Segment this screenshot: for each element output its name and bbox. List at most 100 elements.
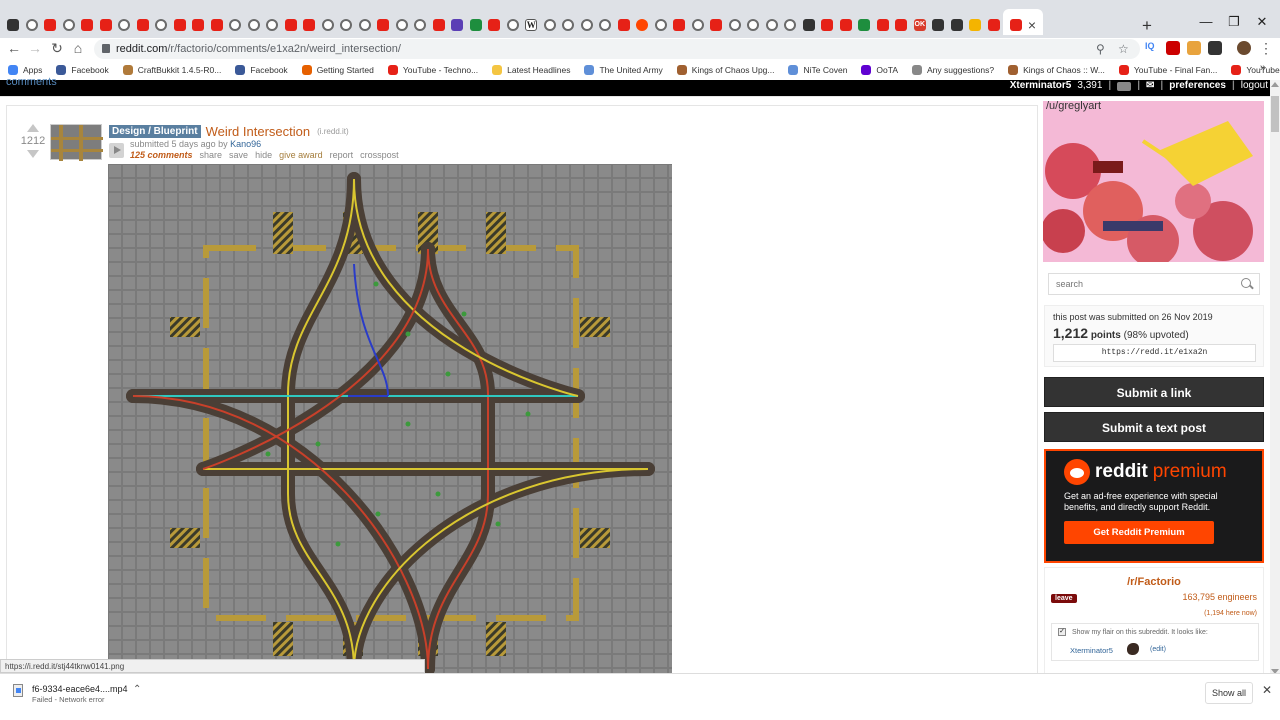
- shortlink-field[interactable]: https://redd.it/e1xa2n: [1053, 344, 1256, 362]
- browser-tab[interactable]: [97, 15, 116, 35]
- browser-tab[interactable]: [652, 15, 671, 35]
- home-icon[interactable]: ⌂: [70, 40, 86, 56]
- expando-play-icon[interactable]: [109, 143, 124, 158]
- browser-tab[interactable]: [411, 15, 430, 35]
- bookmark-item[interactable]: Kings of Chaos :: W...: [1008, 65, 1105, 75]
- post-thumbnail[interactable]: [50, 124, 103, 161]
- browser-tab[interactable]: [929, 15, 948, 35]
- browser-tab[interactable]: [263, 15, 282, 35]
- browser-tab[interactable]: [818, 15, 837, 35]
- browser-tab[interactable]: [689, 15, 708, 35]
- tab-close-icon[interactable]: ×: [1028, 17, 1036, 33]
- bookmark-item[interactable]: Any suggestions?: [912, 65, 994, 75]
- browser-tab[interactable]: [485, 15, 504, 35]
- browser-tab[interactable]: [985, 15, 1004, 35]
- browser-tab[interactable]: [448, 15, 467, 35]
- bookmark-item[interactable]: CraftBukkit 1.4.5-R0...: [122, 65, 221, 75]
- bookmark-item[interactable]: YouTube - BassHun...: [1231, 65, 1280, 75]
- browser-tab[interactable]: [300, 15, 319, 35]
- browser-tab[interactable]: [393, 15, 412, 35]
- browser-tab[interactable]: [948, 15, 967, 35]
- leave-button[interactable]: leave: [1051, 594, 1077, 603]
- browser-tab[interactable]: [23, 15, 42, 35]
- browser-tab[interactable]: [4, 15, 23, 35]
- browser-tab[interactable]: [855, 15, 874, 35]
- close-icon[interactable]: ✕: [1262, 683, 1272, 697]
- browser-tab[interactable]: [966, 15, 985, 35]
- give-award-button[interactable]: give award: [279, 150, 323, 160]
- browser-tab[interactable]: [171, 15, 190, 35]
- download-extension-icon[interactable]: [1187, 41, 1201, 55]
- iq-extension-icon[interactable]: IQ: [1145, 41, 1159, 55]
- browser-tab[interactable]: [319, 15, 338, 35]
- browser-tab[interactable]: [892, 15, 911, 35]
- crosspost-button[interactable]: crosspost: [360, 150, 399, 160]
- search-icon[interactable]: [1241, 278, 1251, 288]
- browser-tab[interactable]: [633, 15, 652, 35]
- active-tab[interactable]: ×: [1003, 9, 1043, 35]
- browser-tab[interactable]: [763, 15, 782, 35]
- browser-tab[interactable]: [115, 15, 134, 35]
- submit-link-button[interactable]: Submit a link: [1044, 377, 1264, 407]
- bookmark-item[interactable]: Getting Started: [301, 65, 374, 75]
- post-domain[interactable]: (i.redd.it): [317, 127, 349, 136]
- adblock-extension-icon[interactable]: [1166, 41, 1180, 55]
- chat-icon[interactable]: ✉: [1146, 80, 1154, 91]
- browser-tab[interactable]: [874, 15, 893, 35]
- page-scrollbar[interactable]: [1270, 80, 1280, 676]
- bookmark-item[interactable]: Apps: [8, 65, 42, 75]
- bookmark-star-icon[interactable]: ☆: [1118, 42, 1129, 56]
- browser-tab[interactable]: [541, 15, 560, 35]
- upvote-icon[interactable]: [27, 124, 39, 132]
- show-all-button[interactable]: Show all: [1205, 682, 1253, 704]
- bookmark-item[interactable]: OoTA: [861, 65, 898, 75]
- username-link[interactable]: Xterminator5: [1010, 80, 1072, 91]
- browser-tab[interactable]: [134, 15, 153, 35]
- new-tab-button[interactable]: +: [1140, 16, 1154, 36]
- restore-icon[interactable]: ❐: [1224, 14, 1244, 30]
- hide-button[interactable]: hide: [255, 150, 272, 160]
- bookmark-item[interactable]: NiTe Coven: [788, 65, 847, 75]
- browser-tab[interactable]: [60, 15, 79, 35]
- browser-tab[interactable]: [707, 15, 726, 35]
- browser-tab[interactable]: [670, 15, 689, 35]
- comments-link[interactable]: 125 comments: [130, 150, 193, 160]
- post-image[interactable]: [108, 164, 672, 686]
- url-text[interactable]: reddit.com/r/factorio/comments/e1xa2n/we…: [116, 43, 401, 55]
- browser-tab[interactable]: [781, 15, 800, 35]
- reload-icon[interactable]: ↻: [49, 40, 65, 57]
- menu-kebab-icon[interactable]: ⋮: [1258, 40, 1274, 57]
- scroll-up-icon[interactable]: [1271, 82, 1279, 87]
- browser-tab[interactable]: [596, 15, 615, 35]
- mail-icon[interactable]: [1117, 82, 1132, 91]
- browser-tab[interactable]: [504, 15, 523, 35]
- browser-tab[interactable]: [189, 15, 208, 35]
- browser-tab[interactable]: [615, 15, 634, 35]
- search-input[interactable]: [1049, 274, 1229, 294]
- browser-tab[interactable]: OK: [911, 15, 930, 35]
- post-author[interactable]: Kano96: [230, 139, 261, 149]
- bookmark-item[interactable]: Kings of Chaos Upg...: [676, 65, 774, 75]
- download-filename[interactable]: f6-9334-eace6e4....mp4: [32, 684, 128, 694]
- browser-tab[interactable]: W: [522, 15, 541, 35]
- comments-tab[interactable]: comments: [6, 76, 57, 88]
- browser-tab[interactable]: [726, 15, 745, 35]
- browser-tab[interactable]: [282, 15, 301, 35]
- bookmark-item[interactable]: Facebook: [56, 65, 109, 75]
- save-button[interactable]: save: [229, 150, 248, 160]
- bookmark-item[interactable]: Facebook: [235, 65, 288, 75]
- browser-tab[interactable]: [152, 15, 171, 35]
- downvote-icon[interactable]: [27, 150, 39, 158]
- browser-tab[interactable]: [356, 15, 375, 35]
- back-icon[interactable]: ←: [6, 40, 22, 56]
- browser-tab[interactable]: [337, 15, 356, 35]
- browser-tab[interactable]: [78, 15, 97, 35]
- submit-text-button[interactable]: Submit a text post: [1044, 412, 1264, 442]
- subreddit-name[interactable]: /r/Factorio: [1045, 576, 1263, 588]
- scroll-thumb[interactable]: [1271, 96, 1279, 132]
- link-flair[interactable]: Design / Blueprint: [109, 125, 201, 138]
- minimize-icon[interactable]: —: [1196, 14, 1216, 29]
- window-close-icon[interactable]: ✕: [1252, 14, 1272, 30]
- bookmark-item[interactable]: Latest Headlines: [492, 65, 570, 75]
- browser-tab[interactable]: [578, 15, 597, 35]
